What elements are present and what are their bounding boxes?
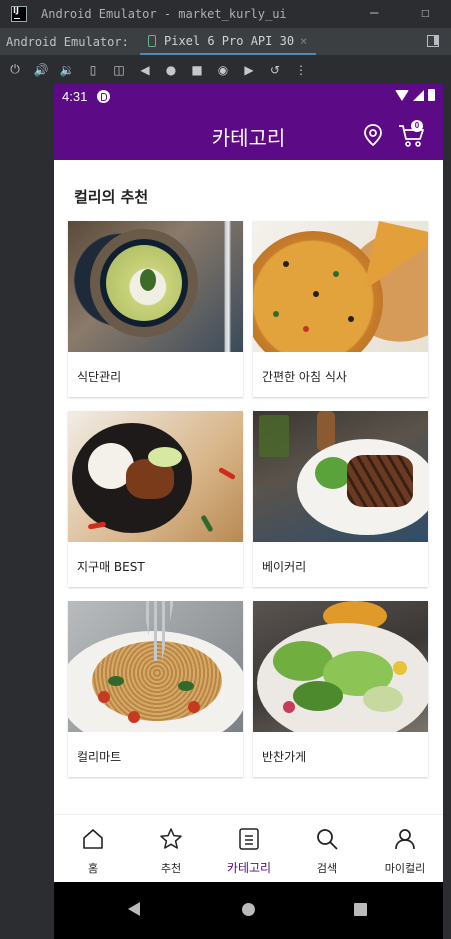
card-label: 지구매 BEST (77, 560, 145, 574)
nav-recommend[interactable]: 추천 (132, 815, 210, 883)
card-label: 식단관리 (77, 370, 122, 384)
list-icon (239, 828, 259, 850)
nav-label: 검색 (316, 862, 338, 875)
signal-icon (413, 89, 424, 101)
card-label: 베이커리 (262, 560, 307, 574)
system-back-icon[interactable] (128, 902, 140, 916)
maximize-button[interactable]: ☐ (421, 5, 429, 21)
emulator-tab-bar: Android Emulator: Pixel 6 Pro API 30 × (0, 28, 451, 55)
category-card[interactable]: 베이커리 (253, 411, 428, 587)
rotate-left-icon[interactable]: ▯ (80, 60, 106, 80)
record-icon[interactable]: ▶ (236, 60, 262, 80)
tab-close-icon[interactable]: × (300, 34, 307, 48)
card-label: 간편한 아침 식사 (262, 370, 347, 384)
window-layout-icon[interactable] (427, 35, 439, 47)
search-icon (317, 829, 338, 850)
tab-label: Pixel 6 Pro API 30 (164, 33, 295, 48)
ide-title-bar: Android Emulator - market_kurly_ui — ☐ (0, 0, 451, 28)
system-recents-icon[interactable] (354, 903, 367, 916)
status-time: 4:31 (62, 88, 88, 104)
home-icon[interactable]: ● (158, 60, 184, 80)
device-phone-icon (148, 34, 156, 47)
nav-home[interactable]: 홈 (54, 815, 132, 883)
power-icon[interactable]: ⏻ (2, 60, 28, 80)
pasta-photo (68, 601, 243, 732)
bottom-navigation: 홈 추천 카테고리 검색 마이컬리 (54, 814, 443, 882)
category-card[interactable]: 반찬가게 (253, 601, 428, 777)
person-icon (395, 829, 415, 850)
wifi-icon (395, 89, 409, 101)
more-icon[interactable]: ⋮ (288, 60, 314, 80)
nav-label: 마이컬리 (384, 862, 426, 875)
category-card[interactable]: 식단관리 (68, 221, 243, 397)
system-home-icon[interactable] (242, 903, 255, 916)
emulator-toolbar: ⏻ 🔊 🔉 ▯ ◫ ◀ ● ■ ◉ ▶ ↺ ⋮ (0, 55, 451, 84)
nav-label: 카테고리 (226, 861, 272, 875)
app-bar: 카테고리 0 (54, 108, 443, 160)
home-icon (83, 829, 103, 849)
minimize-button[interactable]: — (370, 5, 378, 21)
overview-icon[interactable]: ■ (184, 60, 210, 80)
nav-category[interactable]: 카테고리 (210, 815, 288, 883)
steak-plate-photo (253, 411, 428, 542)
category-card[interactable]: 지구매 BEST (68, 411, 243, 587)
reset-icon[interactable]: ↺ (262, 60, 288, 80)
salad-photo (253, 601, 428, 732)
rotate-right-icon[interactable]: ◫ (106, 60, 132, 80)
card-label: 반찬가게 (262, 750, 307, 764)
nav-label: 홈 (87, 862, 99, 875)
nav-search[interactable]: 검색 (288, 815, 366, 883)
app-notification-icon (97, 89, 111, 103)
battery-icon (428, 89, 435, 101)
intellij-logo-icon (11, 6, 27, 22)
window-title: Android Emulator - market_kurly_ui (41, 7, 287, 21)
status-indicators (395, 89, 435, 101)
nav-label: 추천 (160, 862, 182, 875)
nav-my-kurly[interactable]: 마이컬리 (366, 815, 443, 883)
volume-up-icon[interactable]: 🔊 (28, 60, 54, 80)
location-pin-icon[interactable] (360, 122, 386, 148)
volume-down-icon[interactable]: 🔉 (54, 60, 80, 80)
section-title: 컬리의 추천 (74, 188, 149, 206)
tab-pixel-6-pro[interactable]: Pixel 6 Pro API 30 × (140, 28, 316, 55)
pizza-photo (253, 221, 428, 352)
star-icon (160, 828, 182, 849)
system-navigation-bar (54, 882, 443, 939)
status-bar: 4:31 (54, 84, 443, 108)
back-icon[interactable]: ◀ (132, 60, 158, 80)
camera-icon[interactable]: ◉ (210, 60, 236, 80)
phone-screen: 4:31 카테고리 0 컬리의 추천 식단관리 간편한 아침 식사 지구매 BE… (54, 84, 443, 939)
category-card[interactable]: 컬리마트 (68, 601, 243, 777)
cream-soup-photo (68, 221, 243, 352)
category-card[interactable]: 간편한 아침 식사 (253, 221, 428, 397)
card-label: 컬리마트 (77, 750, 122, 764)
cart-count-badge: 0 (411, 120, 423, 132)
emulator-panel-label: Android Emulator: (6, 34, 129, 49)
rice-plate-photo (68, 411, 243, 542)
